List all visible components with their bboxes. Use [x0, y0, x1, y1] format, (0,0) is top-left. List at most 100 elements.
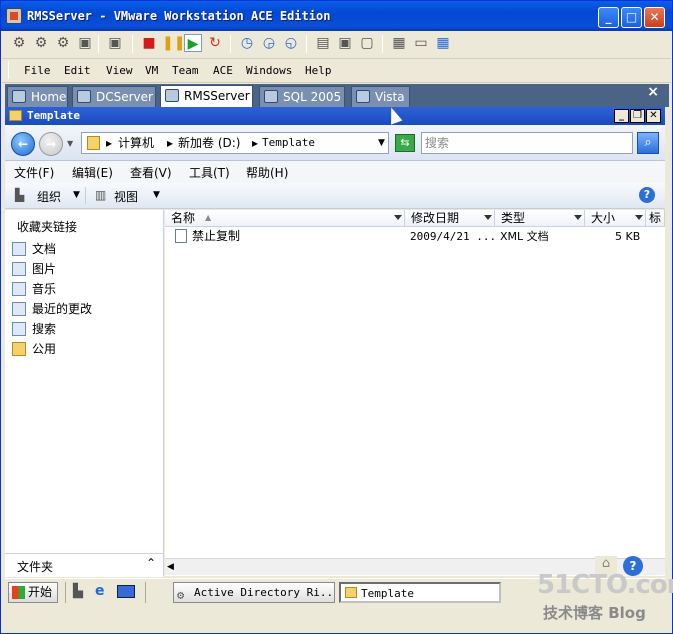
nav-item-searches[interactable]: 搜索 [9, 319, 56, 339]
menu-help[interactable]: Help [305, 64, 332, 77]
breadcrumb-drive[interactable]: 新加卷 (D:) [178, 133, 240, 153]
table-row[interactable]: 禁止复制 2009/4/21 ... XML 文档 5 KB [165, 228, 649, 246]
menu-help-cn[interactable]: 帮助(H) [246, 164, 288, 181]
tab-rmsserver[interactable]: RMSServer [160, 85, 253, 107]
menu-tools-cn[interactable]: 工具(T) [189, 164, 230, 181]
tab-home[interactable]: Home [7, 86, 68, 107]
command-bar: ▙ 组织 ▼ ▥ 视图 ▼ ? [5, 183, 665, 209]
taskbar-separator [65, 582, 66, 603]
menu-view-cn[interactable]: 查看(V) [130, 164, 172, 181]
connect-icon[interactable]: ⚙ [32, 34, 50, 52]
stop-icon[interactable]: ■ [140, 34, 158, 52]
refresh-icon[interactable]: ⇆ [395, 134, 415, 152]
organize-icon: ▙ [15, 188, 25, 202]
help-icon[interactable]: ? [639, 187, 655, 203]
close-tab-icon[interactable]: × [647, 84, 659, 100]
nav-item-label: 最近的更改 [32, 302, 93, 316]
task-template[interactable]: Template [339, 582, 501, 603]
search-input[interactable]: 搜索 [421, 132, 633, 154]
menu-windows[interactable]: Windows [246, 64, 292, 77]
close-button[interactable]: ✕ [644, 7, 665, 28]
nav-item-public[interactable]: 公用 [9, 339, 56, 359]
task-active-directory[interactable]: ⚙ Active Directory Ri... [173, 582, 335, 603]
column-header: 名称 ▲ 修改日期 类型 大小 标 [165, 210, 665, 227]
nav-item-recent[interactable]: 最近的更改 [9, 299, 92, 319]
breadcrumb-computer[interactable]: 计算机 [118, 133, 154, 153]
breadcrumb-template[interactable]: Template [262, 133, 315, 153]
toolbar-separator [98, 35, 99, 53]
snapshot-manager-icon[interactable]: ◵ [282, 34, 300, 52]
pause-icon[interactable]: ❚❚ [162, 34, 185, 52]
menu-file[interactable]: File [24, 64, 51, 77]
history-dropdown-icon[interactable]: ▼ [67, 139, 73, 148]
menu-view[interactable]: View [106, 64, 133, 77]
folders-toggle[interactable]: 文件夹 ⌃ [5, 553, 163, 577]
menu-vm[interactable]: VM [145, 64, 158, 77]
menubar-grip [8, 61, 9, 79]
column-size[interactable]: 大小 [585, 210, 646, 227]
removable-devices-icon[interactable]: ⚙ [54, 34, 72, 52]
summary-view-icon[interactable]: ▦ [390, 34, 408, 52]
back-button[interactable]: ← [11, 132, 35, 156]
nav-item-label: 音乐 [32, 282, 57, 296]
column-tags[interactable]: 标 [646, 210, 665, 227]
folder-icon [345, 587, 357, 598]
menu-file-cn[interactable]: 文件(F) [14, 164, 54, 181]
column-date[interactable]: 修改日期 [405, 210, 495, 227]
views-icon: ▥ [95, 188, 107, 202]
menu-ace[interactable]: ACE [213, 64, 233, 77]
snapshot-icon[interactable]: ◷ [238, 34, 256, 52]
breadcrumb-separator: ▸ [167, 136, 174, 150]
power-options-icon[interactable]: ⚙ [10, 34, 28, 52]
views-button[interactable]: ▥ 视图 ▼ [95, 188, 165, 204]
folder-icon [12, 342, 26, 356]
vm-icon [356, 90, 370, 103]
chevron-down-icon[interactable]: ▼ [378, 133, 385, 153]
tab-label: DCServer [96, 90, 153, 104]
navigation-pane: 收藏夹链接 文档 图片 音乐 最近的更改 搜索 公用 [5, 210, 164, 576]
sidebar-view-icon[interactable]: ▤ [314, 34, 332, 52]
console-view-icon[interactable]: ▭ [412, 34, 430, 52]
column-type[interactable]: 类型 [495, 210, 585, 227]
start-button[interactable]: 开始 [8, 582, 58, 603]
nav-item-documents[interactable]: 文档 [9, 239, 56, 259]
menu-team[interactable]: Team [172, 64, 199, 77]
explorer-close-button[interactable]: ✕ [646, 109, 661, 123]
reset-icon[interactable]: ↻ [206, 34, 224, 52]
nav-item-music[interactable]: 音乐 [9, 279, 56, 299]
scroll-left-icon[interactable]: ◀ [167, 562, 174, 572]
vertical-scrollbar[interactable] [649, 227, 665, 558]
maximize-button[interactable]: □ [621, 7, 642, 28]
explorer-titlebar[interactable]: Template _ ❐ ✕ [5, 107, 665, 125]
tab-vista[interactable]: Vista [351, 86, 410, 107]
breadcrumb-separator: ▸ [252, 136, 259, 150]
forward-button[interactable]: → [39, 132, 63, 156]
server-manager-icon[interactable]: ▙ [73, 584, 83, 599]
tab-sql-2005[interactable]: SQL 2005 [259, 86, 345, 107]
column-name[interactable]: 名称 ▲ [165, 210, 405, 227]
fullscreen-icon[interactable]: ▣ [336, 34, 354, 52]
search-icon[interactable]: ⌕ [637, 132, 659, 154]
revert-snapshot-icon[interactable]: ◶ [260, 34, 278, 52]
nav-item-pictures[interactable]: 图片 [9, 259, 56, 279]
play-icon[interactable]: ▶ [184, 34, 202, 52]
address-field[interactable]: ▸ 计算机 ▸ 新加卷 (D:) ▸ Template ▼ [81, 132, 389, 154]
explorer-restore-button[interactable]: ❐ [630, 109, 645, 123]
active-directory-icon: ⚙ [177, 588, 185, 602]
capture-icon[interactable]: ▣ [106, 34, 124, 52]
thumbnail-view-icon[interactable]: ▦ [434, 34, 452, 52]
explorer-minimize-button[interactable]: _ [614, 109, 629, 123]
tab-label: SQL 2005 [283, 90, 342, 104]
menu-edit-cn[interactable]: 编辑(E) [72, 164, 113, 181]
minimize-button[interactable]: _ [598, 7, 619, 28]
organize-button[interactable]: ▙ 组织 ▼ [15, 188, 85, 204]
show-desktop-icon[interactable] [117, 585, 135, 598]
tab-dcserver[interactable]: DCServer [72, 86, 156, 107]
quick-switch-icon[interactable]: ▢ [358, 34, 376, 52]
vmware-titlebar[interactable]: RMSServer - VMware Workstation ACE Editi… [1, 1, 672, 31]
settings-icon[interactable]: ▣ [76, 34, 94, 52]
chevron-down-icon: ▼ [153, 190, 160, 200]
nav-item-label: 图片 [32, 262, 57, 276]
internet-explorer-icon[interactable]: e [95, 583, 105, 599]
menu-edit[interactable]: Edit [64, 64, 91, 77]
